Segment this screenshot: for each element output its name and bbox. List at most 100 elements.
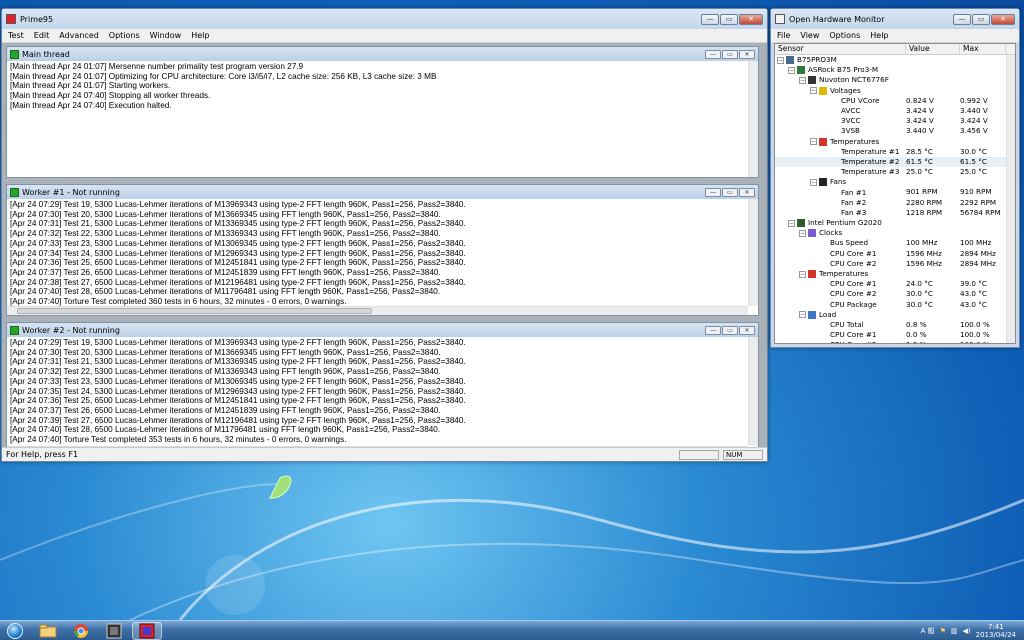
menu-test[interactable]: Test [8,31,24,40]
sensor-row[interactable]: − Voltages [775,86,1015,96]
sensor-row[interactable]: Bus Speed 100 MHz 100 MHz [775,238,1015,248]
sensor-row[interactable]: − Temperatures [775,137,1015,147]
sensor-row[interactable]: Fan #3 1218 RPM 56784 RPM [775,208,1015,218]
collapse-toggle-icon[interactable]: − [777,56,784,64]
sensor-row[interactable]: CPU Core #1 1596 MHz 2894 MHz [775,249,1015,259]
child-close-button[interactable]: ✕ [739,49,755,59]
taskbar-terminal[interactable] [99,622,129,640]
maximize-button[interactable]: ▭ [720,13,738,25]
log-line: [Apr 24 07:32] Test 22, 5300 Lucas-Lehme… [10,367,441,377]
child-close-button[interactable]: ✕ [739,187,755,197]
worker2-vertical-scrollbar[interactable] [748,337,758,446]
minimize-button[interactable]: — [701,13,719,25]
menu-options[interactable]: Options [829,31,860,40]
collapse-toggle-icon[interactable]: − [799,76,806,84]
taskbar-prime95[interactable] [132,621,162,640]
child-minimize-button[interactable]: — [705,49,721,59]
sensor-row[interactable]: − ASRock B75 Pro3-M [775,65,1015,75]
sensor-row[interactable]: CPU VCore 0.824 V 0.992 V [775,96,1015,106]
sensor-row[interactable]: Fan #2 2280 RPM 2292 RPM [775,198,1015,208]
close-button[interactable]: ✕ [991,13,1015,25]
collapse-toggle-icon[interactable]: − [810,87,817,95]
collapse-toggle-icon[interactable]: − [799,311,806,319]
worker1-vertical-scrollbar[interactable] [748,199,758,306]
child-maximize-button[interactable]: ▭ [722,49,738,59]
worker2-titlebar[interactable]: Worker #2 - Not running — ▭ ✕ [7,323,758,337]
child-close-button[interactable]: ✕ [739,325,755,335]
sensor-row[interactable]: 3VSB 3.440 V 3.456 V [775,126,1015,136]
worker1-titlebar[interactable]: Worker #1 - Not running — ▭ ✕ [7,185,758,199]
child-minimize-button[interactable]: — [705,187,721,197]
sensor-row[interactable]: − Fans [775,177,1015,187]
close-button[interactable]: ✕ [739,13,763,25]
sensor-tree-scrollbar[interactable] [1006,55,1015,343]
collapse-toggle-icon[interactable]: − [810,178,817,186]
sensor-row[interactable]: CPU Core #1 0.0 % 100.0 % [775,330,1015,340]
collapse-toggle-icon[interactable]: − [788,219,795,227]
menu-help[interactable]: Help [191,31,209,40]
menu-edit[interactable]: Edit [34,31,50,40]
ime-indicator[interactable]: A 般 [921,626,935,636]
taskbar-chrome[interactable] [66,622,96,640]
worker1-horizontal-scrollbar[interactable] [7,306,748,315]
sensor-row[interactable]: CPU Core #2 30.0 °C 43.0 °C [775,289,1015,299]
collapse-toggle-icon[interactable]: − [799,229,806,237]
menu-view[interactable]: View [800,31,819,40]
menu-options[interactable]: Options [109,31,140,40]
sensor-row[interactable]: − Temperatures [775,269,1015,279]
maximize-button[interactable]: ▭ [972,13,990,25]
main-thread-titlebar[interactable]: Main thread — ▭ ✕ [7,47,758,61]
sensor-row[interactable]: Temperature #1 28.5 °C 30.0 °C [775,147,1015,157]
tray-clock[interactable]: 7:41 2013/04/24 [976,623,1016,639]
sensor-row[interactable]: Fan #1 901 RPM 910 RPM [775,187,1015,197]
sensor-rows: − B75PRO3M − ASRock B75 Pro3-M − Nuvoton NCT6… [775,55,1015,343]
sensor-value: 3.424 V [906,105,934,115]
collapse-toggle-icon[interactable]: − [810,138,817,146]
log-line: [Main thread Apr 24 07:40] Stopping all … [10,91,211,101]
sensor-header: Sensor Value Max [775,44,1015,55]
terminal-icon [106,623,122,638]
child-maximize-button[interactable]: ▭ [722,325,738,335]
sensor-row[interactable]: − B75PRO3M [775,55,1015,65]
sensor-row[interactable]: − Clocks [775,228,1015,238]
column-value[interactable]: Value [906,44,960,54]
column-max[interactable]: Max [960,44,1006,54]
child-maximize-button[interactable]: ▭ [722,187,738,197]
column-sensor[interactable]: Sensor [775,44,906,54]
prime95-titlebar[interactable]: Prime95 — ▭ ✕ [2,9,767,29]
sensor-row[interactable]: CPU Core #1 24.0 °C 39.0 °C [775,279,1015,289]
sensor-row[interactable]: Temperature #3 25.0 °C 25.0 °C [775,167,1015,177]
log-line: [Apr 24 07:29] Test 19, 5300 Lucas-Lehme… [10,338,466,347]
worker1-log[interactable]: [Apr 24 07:29] Test 19, 5300 Lucas-Lehme… [7,199,758,308]
collapse-toggle-icon[interactable]: − [788,66,795,74]
main-thread-log[interactable]: [Main thread Apr 24 01:07] Mersenne numb… [7,61,758,112]
minimize-button[interactable]: — [953,13,971,25]
ohm-titlebar[interactable]: Open Hardware Monitor — ▭ ✕ [771,9,1019,29]
tray-network-icon[interactable]: ▥ [951,627,958,635]
sensor-row[interactable]: AVCC 3.424 V 3.440 V [775,106,1015,116]
tray-volume-icon[interactable]: ◀) [963,627,971,635]
sensor-row[interactable]: − Nuvoton NCT6776F [775,75,1015,85]
sensor-row[interactable]: 3VCC 3.424 V 3.424 V [775,116,1015,126]
worker2-title: Worker #2 - Not running [22,325,120,335]
main-thread-scrollbar[interactable] [748,61,758,177]
sensor-tree[interactable]: Sensor Value Max − B75PRO3M − ASRock B75 Pr… [774,43,1016,344]
sensor-row[interactable]: CPU Total 0.8 % 100.0 % [775,320,1015,330]
sensor-row[interactable]: − Intel Pentium G2020 [775,218,1015,228]
sensor-row[interactable]: Temperature #2 61.5 °C 61.5 °C [775,156,1015,168]
sensor-row[interactable]: CPU Package 30.0 °C 43.0 °C [775,300,1015,310]
sensor-name: Temperature #2 [841,156,900,166]
child-minimize-button[interactable]: — [705,325,721,335]
sensor-row[interactable]: CPU Core #2 1596 MHz 2894 MHz [775,259,1015,269]
collapse-toggle-icon[interactable]: − [799,270,806,278]
menu-help[interactable]: Help [870,31,888,40]
sensor-row[interactable]: CPU Core #2 1.5 %100.0 % [775,340,1015,343]
menu-window[interactable]: Window [150,31,182,40]
start-button[interactable] [0,621,30,640]
sensor-row[interactable]: − Load [775,310,1015,320]
worker2-log[interactable]: [Apr 24 07:29] Test 19, 5300 Lucas-Lehme… [7,337,758,446]
tray-flag-icon[interactable]: ⚑ [940,627,946,635]
menu-advanced[interactable]: Advanced [59,31,99,40]
menu-file[interactable]: File [777,31,790,40]
taskbar-explorer[interactable] [33,622,63,640]
